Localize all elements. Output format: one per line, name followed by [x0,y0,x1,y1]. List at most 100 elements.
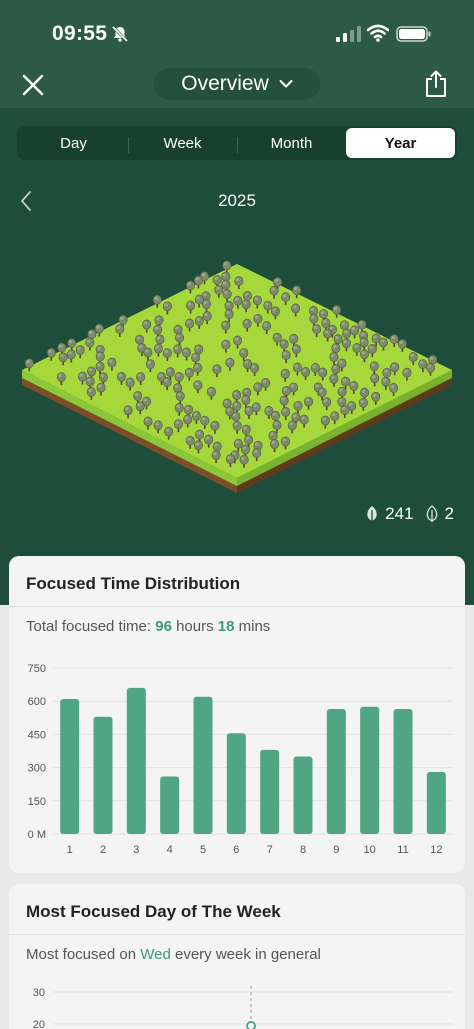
tree-highlight [343,330,348,334]
tree-highlight [323,399,328,403]
tree-canopy [142,319,152,330]
tree-canopy [281,292,291,303]
healthy-tree-icon [367,506,377,522]
y-tick-label: 600 [28,696,46,708]
tree-canopy [323,328,333,339]
healthy-tree-count-value: 241 [385,504,414,523]
tree-canopy [183,414,193,425]
tree-highlight [187,437,191,441]
close-icon[interactable] [18,70,48,100]
period-segmented-control: Day Week Month Year [17,126,457,160]
tree-highlight [108,359,113,363]
total-hours: 96 [155,618,172,635]
tree-canopy [212,441,222,452]
tree-highlight [399,340,403,344]
tree-canopy [57,342,67,353]
x-tick-label: 1 [67,844,73,856]
overview-title: Overview [181,72,269,95]
tree-canopy [75,345,85,356]
tab-week[interactable]: Week [128,128,237,158]
tree-canopy [232,390,242,400]
tree-highlight [143,398,148,402]
tree-canopy [233,295,243,306]
bar-month-10 [360,706,380,834]
overview-dropdown[interactable]: Overview [154,68,320,100]
tree-highlight [100,374,104,378]
share-icon[interactable] [424,69,448,99]
tree-highlight [154,296,158,300]
hours-label: hours [171,618,218,635]
tree-highlight [274,278,279,283]
tree-highlight [88,330,93,335]
tree-canopy [200,415,210,426]
tree-canopy [250,363,260,373]
tree-canopy [225,357,235,368]
tree-canopy [143,347,153,358]
tree-highlight [243,389,248,393]
tree-canopy [322,397,332,408]
tree-highlight [222,341,227,345]
tree-canopy [162,377,172,387]
bar-month-8 [293,756,313,834]
tree-highlight [176,373,180,378]
tree-highlight [196,296,200,300]
tree-highlight [195,277,200,281]
tree-highlight [145,418,149,422]
tree-highlight [262,379,267,384]
tree-highlight [360,332,365,336]
summary-prefix: Most focused on [26,946,141,963]
bar-month-4 [160,776,180,834]
tree-highlight [196,431,201,435]
tree-highlight [292,305,297,309]
tree-canopy [145,359,155,370]
tree-canopy [359,337,369,348]
tree-canopy [241,424,251,435]
tab-day[interactable]: Day [19,128,128,158]
tree-canopy [309,313,319,324]
tree-canopy [291,344,301,355]
tree-canopy [371,333,381,344]
tree-canopy [244,405,254,416]
tree-canopy [350,325,360,336]
tree-canopy [352,343,362,353]
tree-canopy [292,362,302,373]
tree-canopy [241,395,251,405]
forest-panel: Day Week Month Year 2025 241 2 [0,108,474,605]
tree-highlight [305,398,310,402]
tree-highlight [427,364,432,368]
tree-highlight [213,452,217,456]
tree-canopy [270,410,280,421]
tree-canopy [270,439,280,449]
tree-canopy [224,300,234,311]
tree-highlight [272,308,277,312]
tree-highlight [244,360,249,365]
tab-month[interactable]: Month [237,128,346,158]
tree-highlight [118,373,123,377]
tree-highlight [223,262,228,266]
tab-year[interactable]: Year [346,128,455,158]
tree-canopy [185,318,195,329]
tree-highlight [88,368,93,372]
tree-canopy [341,376,351,387]
tree-highlight [271,440,276,445]
tree-highlight [176,334,181,338]
tree-highlight [48,349,52,353]
tree-canopy [214,284,224,295]
tree-highlight [222,281,227,285]
tree-canopy [402,367,412,378]
tree-canopy [289,333,299,344]
tree-canopy [58,352,68,363]
tree-highlight [338,360,343,364]
tree-highlight [372,393,377,397]
focused-time-distribution-card: Focused Time Distribution Total focused … [9,556,465,873]
tree-highlight [243,426,247,430]
card-title: Most Focused Day of The Week [26,902,281,921]
tree-highlight [147,361,152,365]
tree-canopy [175,391,185,402]
tree-highlight [244,292,249,296]
tree-canopy [310,363,320,373]
tree-highlight [320,310,325,315]
tree-canopy [182,347,192,358]
bar-month-7 [260,749,280,834]
tree-canopy [221,320,231,331]
